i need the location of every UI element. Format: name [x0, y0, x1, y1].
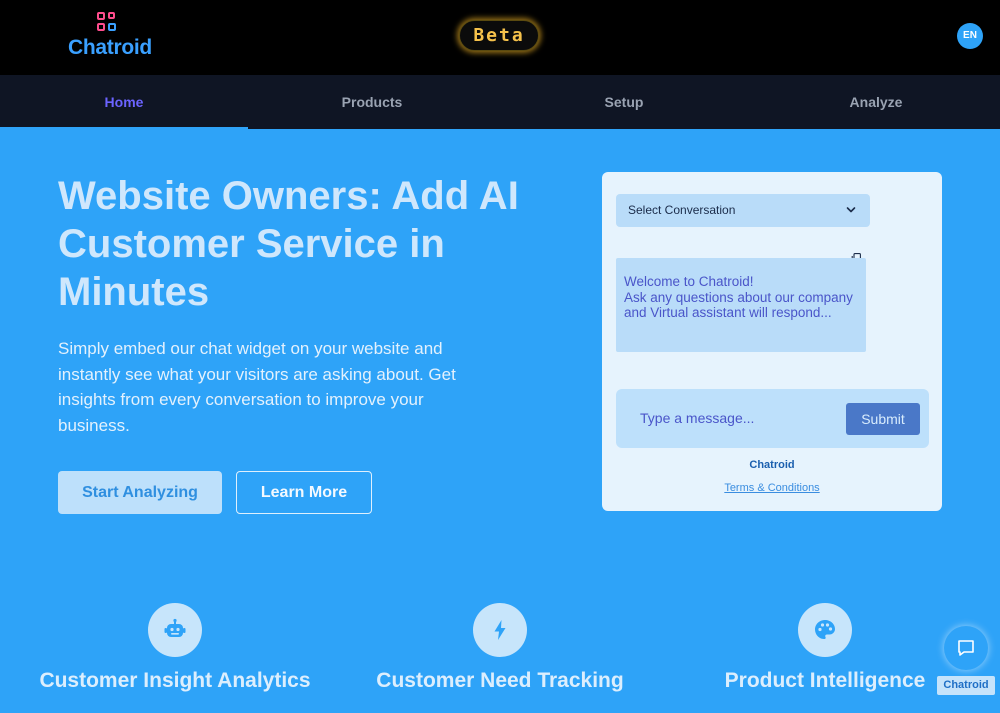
widget-brand: Chatroid	[749, 459, 795, 471]
tab-home[interactable]: Home	[0, 75, 248, 129]
message-composer: Type a message... Submit	[616, 389, 929, 448]
feature-title-need: Customer Need Tracking	[376, 669, 624, 692]
logo-text: Chatroid	[68, 36, 152, 59]
welcome-message: Welcome to Chatroid! Ask any questions a…	[624, 274, 853, 320]
submit-button[interactable]: Submit	[846, 403, 920, 435]
tab-analyze[interactable]: Analyze	[752, 75, 1000, 129]
logo-mark-icon	[97, 12, 119, 34]
tab-products[interactable]: Products	[248, 75, 496, 129]
top-bar: Chatroid Beta EN	[0, 0, 1000, 75]
terms-link[interactable]: Terms & Conditions	[602, 482, 942, 494]
chat-widget: Select Conversation Welcome to Chatroid!…	[602, 172, 942, 511]
lightning-icon	[473, 603, 527, 657]
conversation-select-label: Select Conversation	[628, 203, 736, 217]
start-analyzing-button[interactable]: Start Analyzing	[58, 471, 222, 514]
hero-subtitle: Simply embed our chat widget on your web…	[58, 339, 456, 435]
palette-icon	[798, 603, 852, 657]
chevron-down-icon	[846, 207, 856, 213]
language-button[interactable]: EN	[957, 23, 983, 49]
feature-title-insight: Customer Insight Analytics	[39, 669, 311, 692]
learn-more-button[interactable]: Learn More	[236, 471, 372, 514]
logo[interactable]: Chatroid	[68, 12, 158, 60]
conversation-select[interactable]: Select Conversation	[616, 194, 870, 227]
tab-setup[interactable]: Setup	[500, 75, 748, 129]
hero-title: Website Owners: Add AI Customer Service …	[58, 174, 519, 314]
message-input[interactable]: Type a message...	[640, 389, 754, 448]
welcome-message-bubble: Welcome to Chatroid! Ask any questions a…	[616, 258, 866, 352]
chat-launcher-button[interactable]	[944, 626, 988, 670]
beta-badge: Beta	[459, 20, 539, 51]
active-tab-indicator	[0, 127, 248, 129]
robot-icon	[148, 603, 202, 657]
chat-launcher-label[interactable]: Chatroid	[937, 676, 995, 695]
main-nav: Home Products Setup Analyze	[0, 75, 1000, 129]
chat-bubble-icon	[958, 640, 974, 656]
